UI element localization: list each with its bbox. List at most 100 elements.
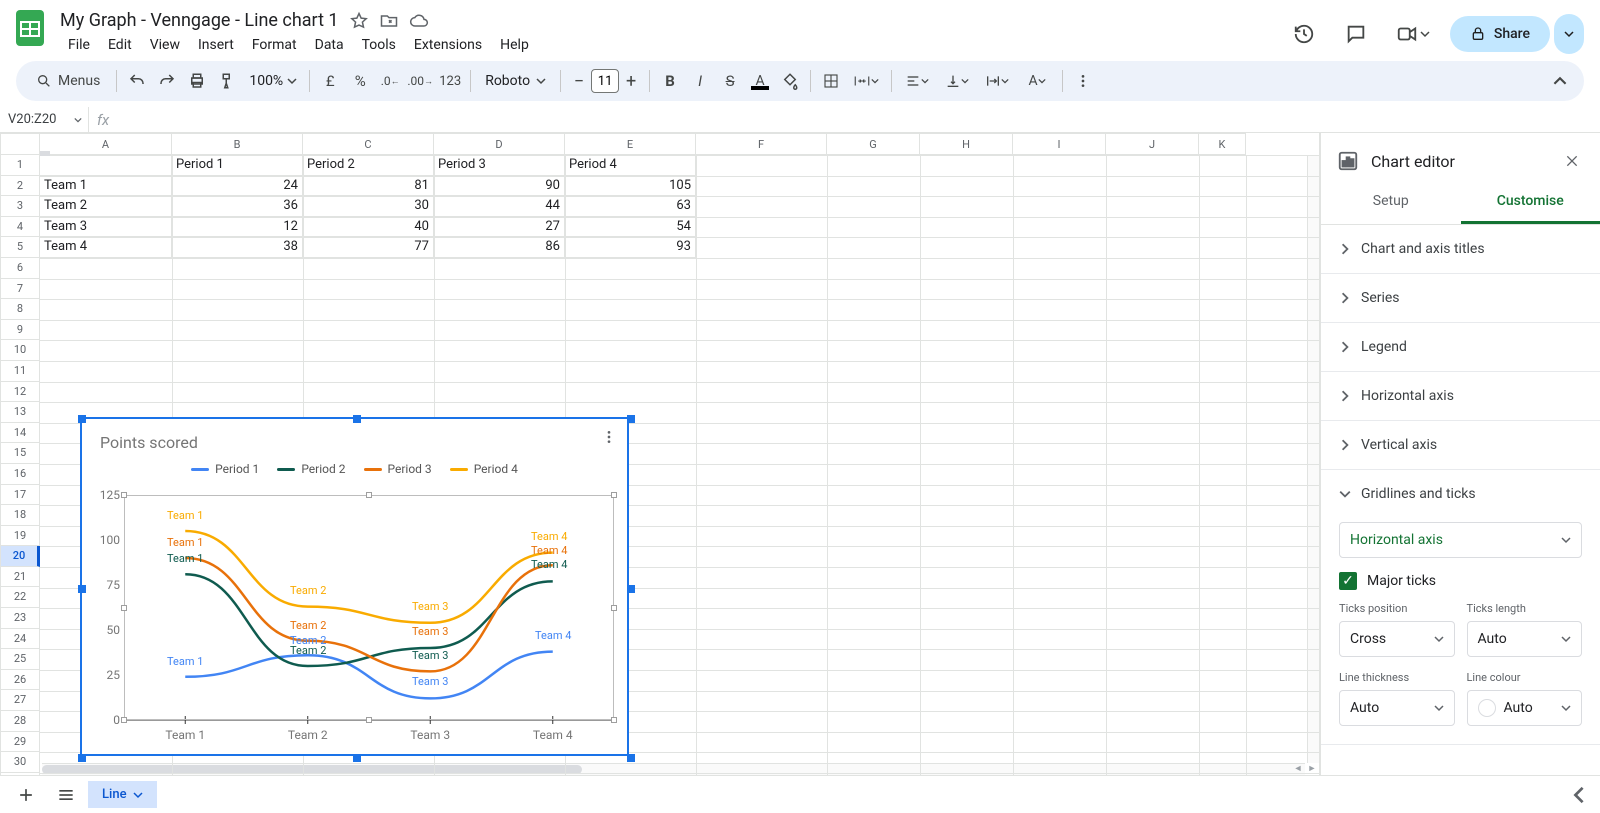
cell[interactable] xyxy=(40,155,172,176)
merge-button[interactable] xyxy=(847,67,885,95)
wrap-button[interactable] xyxy=(978,67,1016,95)
major-ticks-checkbox[interactable]: ✓ xyxy=(1339,572,1357,590)
col-header[interactable]: A xyxy=(40,133,172,155)
row-header[interactable]: 9 xyxy=(0,320,40,341)
section-chart-titles[interactable]: Chart and axis titles xyxy=(1321,225,1600,274)
row-header[interactable]: 2 xyxy=(0,176,40,197)
strike-button[interactable]: S xyxy=(716,67,744,95)
cloud-icon[interactable] xyxy=(409,11,429,31)
cell[interactable]: 24 xyxy=(172,176,303,197)
tab-setup[interactable]: Setup xyxy=(1321,183,1461,224)
fill-color-button[interactable] xyxy=(776,67,804,95)
row-header[interactable]: 21 xyxy=(0,567,40,588)
row-header[interactable]: 23 xyxy=(0,608,40,629)
name-box[interactable]: V20:Z20 xyxy=(8,112,88,127)
comments-icon[interactable] xyxy=(1336,14,1376,54)
ticks-position-select[interactable]: Cross xyxy=(1339,621,1455,657)
share-dropdown[interactable] xyxy=(1554,14,1584,54)
meet-icon[interactable] xyxy=(1388,14,1438,54)
share-button[interactable]: Share xyxy=(1450,16,1550,52)
section-vertical-axis[interactable]: Vertical axis xyxy=(1321,421,1600,470)
cell[interactable]: 38 xyxy=(172,237,303,258)
text-color-button[interactable]: A xyxy=(746,67,774,95)
rotate-button[interactable]: A xyxy=(1018,67,1056,95)
cell[interactable]: 77 xyxy=(303,237,434,258)
decrease-decimal-button[interactable]: .0← xyxy=(376,67,404,95)
paint-format-button[interactable] xyxy=(213,67,241,95)
cell[interactable]: 12 xyxy=(172,217,303,238)
undo-button[interactable] xyxy=(123,67,151,95)
cell[interactable]: 44 xyxy=(434,196,565,217)
cell[interactable]: 105 xyxy=(565,176,696,197)
embedded-chart[interactable]: Points scoredPeriod 1Period 2Period 3Per… xyxy=(80,417,629,756)
row-header[interactable]: 26 xyxy=(0,670,40,691)
line-colour-select[interactable]: Auto xyxy=(1467,690,1583,726)
row-header[interactable]: 28 xyxy=(0,711,40,732)
cell[interactable]: 54 xyxy=(565,217,696,238)
increase-decimal-button[interactable]: .00→ xyxy=(406,67,434,95)
more-formats-button[interactable]: 123 xyxy=(436,67,464,95)
row-header[interactable]: 25 xyxy=(0,649,40,670)
cell[interactable]: 86 xyxy=(434,237,565,258)
col-header[interactable]: I xyxy=(1013,133,1106,155)
zoom-select[interactable]: 100% xyxy=(243,73,303,89)
col-header[interactable]: G xyxy=(827,133,920,155)
search-menus[interactable]: Menus xyxy=(26,67,110,95)
row-header[interactable]: 22 xyxy=(0,587,40,608)
section-series[interactable]: Series xyxy=(1321,274,1600,323)
row-header[interactable]: 19 xyxy=(0,526,40,547)
row-header[interactable]: 4 xyxy=(0,217,40,238)
cell[interactable]: Period 3 xyxy=(434,155,565,176)
cell[interactable]: 27 xyxy=(434,217,565,238)
menu-format[interactable]: Format xyxy=(244,33,305,57)
col-header[interactable]: C xyxy=(303,133,434,155)
row-header[interactable]: 6 xyxy=(0,258,40,279)
row-header[interactable]: 31 xyxy=(0,773,40,775)
cell[interactable]: 36 xyxy=(172,196,303,217)
row-header[interactable]: 10 xyxy=(0,340,40,361)
doc-title[interactable]: My Graph - Venngage - Line chart 1 xyxy=(60,10,339,31)
borders-button[interactable] xyxy=(817,67,845,95)
spreadsheet-grid[interactable]: ◄► ABCDEFGHIJK12345678910111213141516171… xyxy=(0,133,1320,775)
star-icon[interactable] xyxy=(349,11,369,31)
valign-button[interactable] xyxy=(938,67,976,95)
currency-button[interactable]: £ xyxy=(316,67,344,95)
menu-extensions[interactable]: Extensions xyxy=(406,33,490,57)
menu-file[interactable]: File xyxy=(60,33,98,57)
col-header[interactable]: E xyxy=(565,133,696,155)
print-button[interactable] xyxy=(183,67,211,95)
cell[interactable]: Team 4 xyxy=(40,237,172,258)
cell[interactable]: 40 xyxy=(303,217,434,238)
ticks-length-select[interactable]: Auto xyxy=(1467,621,1583,657)
italic-button[interactable]: I xyxy=(686,67,714,95)
row-header[interactable]: 16 xyxy=(0,464,40,485)
col-header[interactable]: K xyxy=(1199,133,1246,155)
history-icon[interactable] xyxy=(1284,14,1324,54)
sheet-tab-line[interactable]: Line xyxy=(88,781,157,808)
collapse-toolbar-button[interactable] xyxy=(1546,67,1574,95)
menu-insert[interactable]: Insert xyxy=(190,33,242,57)
row-header[interactable]: 3 xyxy=(0,196,40,217)
halign-button[interactable] xyxy=(898,67,936,95)
row-header[interactable]: 29 xyxy=(0,732,40,753)
cell[interactable]: Period 1 xyxy=(172,155,303,176)
row-header[interactable]: 13 xyxy=(0,402,40,423)
increase-font-button[interactable]: + xyxy=(619,69,643,93)
explore-button[interactable] xyxy=(1566,782,1592,808)
menu-help[interactable]: Help xyxy=(492,33,537,57)
col-header[interactable]: B xyxy=(172,133,303,155)
cell[interactable]: Period 4 xyxy=(565,155,696,176)
row-header[interactable]: 30 xyxy=(0,752,40,773)
section-gridlines[interactable]: Gridlines and ticks xyxy=(1321,470,1600,518)
cell[interactable]: 63 xyxy=(565,196,696,217)
font-select[interactable]: Roboto xyxy=(477,73,554,89)
row-header[interactable]: 18 xyxy=(0,505,40,526)
cell[interactable]: Team 2 xyxy=(40,196,172,217)
row-header[interactable]: 7 xyxy=(0,279,40,300)
cell[interactable]: 93 xyxy=(565,237,696,258)
row-header[interactable]: 12 xyxy=(0,382,40,403)
decrease-font-button[interactable]: − xyxy=(567,69,591,93)
menu-edit[interactable]: Edit xyxy=(100,33,140,57)
cell[interactable]: Period 2 xyxy=(303,155,434,176)
row-header[interactable]: 8 xyxy=(0,299,40,320)
